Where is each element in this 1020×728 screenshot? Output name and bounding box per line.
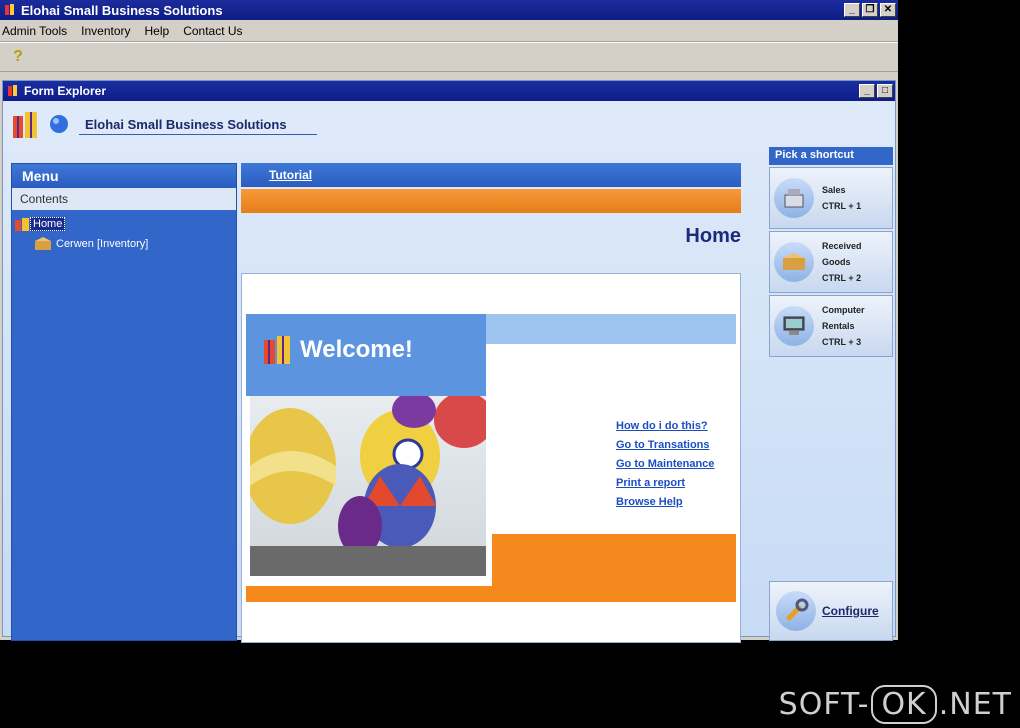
- app-icon: [3, 2, 17, 19]
- tree-item-label: Cerwen [Inventory]: [56, 238, 149, 250]
- welcome-gift-icon: [264, 336, 290, 364]
- tutorial-link[interactable]: Tutorial: [269, 168, 312, 182]
- menu-contact-us[interactable]: Contact Us: [183, 24, 242, 38]
- shortcut-received-goods[interactable]: Received Goods CTRL + 2: [769, 231, 893, 293]
- main-window: Elohai Small Business Solutions _ ❐ ✕ Ad…: [0, 0, 898, 643]
- gift-logo-icon: [13, 112, 37, 138]
- globe-icon: [50, 115, 68, 133]
- balloons-image: [250, 396, 486, 576]
- link-how-do-i[interactable]: How do i do this?: [616, 420, 714, 432]
- tree-item-inventory[interactable]: Cerwen [Inventory]: [14, 234, 234, 254]
- shortcut-header: Pick a shortcut: [769, 147, 893, 165]
- brand-header: Elohai Small Business Solutions: [11, 107, 351, 141]
- wrench-icon: [776, 591, 816, 631]
- watermark: SOFT- OK .NET: [779, 685, 1012, 724]
- toolbar: ?: [0, 42, 898, 72]
- minimize-button[interactable]: _: [844, 3, 860, 17]
- watermark-mid: OK: [871, 685, 937, 724]
- watermark-right: .NET: [938, 687, 1012, 722]
- computer-icon: [774, 306, 814, 346]
- link-maintenance[interactable]: Go to Maintenance: [616, 458, 714, 470]
- link-browse-help[interactable]: Browse Help: [616, 496, 714, 508]
- tree-item-home[interactable]: Home: [14, 214, 234, 234]
- orange-band: [246, 586, 736, 602]
- shortcut-label: Computer: [822, 305, 865, 315]
- shortcut-label: Received: [822, 241, 862, 251]
- menu-inventory[interactable]: Inventory: [81, 24, 130, 38]
- gift-icon: [15, 218, 29, 231]
- child-maximize-button[interactable]: □: [877, 84, 893, 98]
- contents-tab[interactable]: Contents: [12, 188, 236, 210]
- menu-tree: Home Cerwen [Inventory]: [12, 210, 236, 258]
- configure-label: Configure: [822, 604, 879, 618]
- welcome-frame: Welcome! How do i do this? Go to Transat…: [241, 273, 741, 643]
- tutorial-bar: Tutorial: [241, 163, 741, 187]
- form-explorer-icon: [6, 83, 20, 100]
- form-explorer-window: Form Explorer _ □ Elohai Small Business …: [2, 80, 896, 643]
- shortcut-sales[interactable]: Sales CTRL + 1: [769, 167, 893, 229]
- box-icon: [35, 237, 51, 250]
- quick-links: How do i do this? Go to Transations Go t…: [616, 420, 714, 508]
- configure-button[interactable]: Configure: [769, 581, 893, 641]
- app-titlebar: Elohai Small Business Solutions _ ❐ ✕: [0, 0, 898, 20]
- page-title: Home: [685, 225, 741, 247]
- brand-title: Elohai Small Business Solutions: [79, 113, 317, 135]
- welcome-heading: Welcome!: [300, 336, 413, 363]
- box-icon: [774, 242, 814, 282]
- child-titlebar: Form Explorer _ □: [3, 81, 895, 101]
- shortcut-label: Sales: [822, 185, 846, 195]
- orange-banner: [241, 189, 741, 213]
- menu-panel: Menu Contents Home Cerwen [Inventory]: [11, 163, 237, 641]
- child-title: Form Explorer: [24, 84, 107, 98]
- cash-register-icon: [774, 178, 814, 218]
- tree-item-label: Home: [30, 217, 66, 231]
- link-print-report[interactable]: Print a report: [616, 477, 714, 489]
- menu-header: Menu: [12, 164, 236, 188]
- shortcut-label-2: Goods: [822, 257, 851, 267]
- close-button[interactable]: ✕: [880, 3, 896, 17]
- menu-bar: Admin Tools Inventory Help Contact Us: [0, 20, 898, 42]
- help-icon[interactable]: ?: [6, 45, 30, 69]
- child-minimize-button[interactable]: _: [859, 84, 875, 98]
- shortcut-label-2: Rentals: [822, 321, 855, 331]
- shortcut-key: CTRL + 3: [822, 337, 862, 347]
- link-transactions[interactable]: Go to Transations: [616, 439, 714, 451]
- restore-button[interactable]: ❐: [862, 3, 878, 17]
- menu-help[interactable]: Help: [145, 24, 170, 38]
- shortcut-computer-rentals[interactable]: Computer Rentals CTRL + 3: [769, 295, 893, 357]
- menu-admin-tools[interactable]: Admin Tools: [2, 24, 67, 38]
- shortcut-key: CTRL + 1: [822, 201, 862, 211]
- watermark-left: SOFT-: [778, 687, 870, 722]
- shortcut-key: CTRL + 2: [822, 273, 862, 283]
- app-title: Elohai Small Business Solutions: [21, 2, 223, 18]
